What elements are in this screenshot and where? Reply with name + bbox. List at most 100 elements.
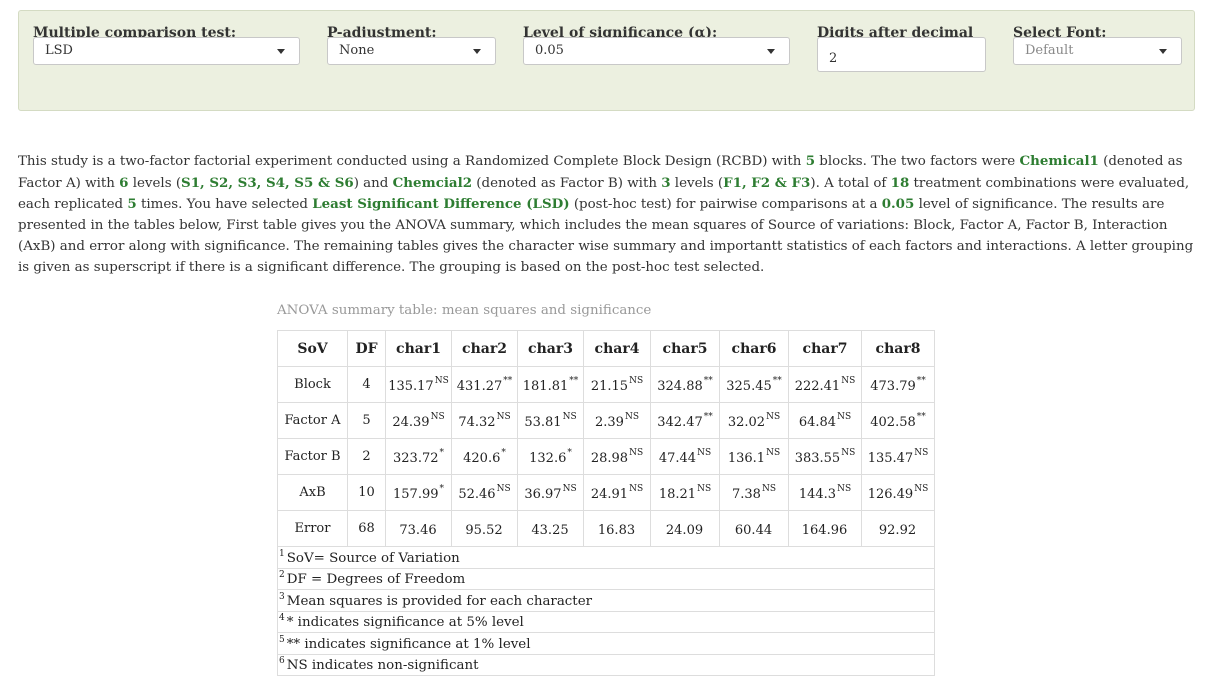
padj-value: None: [339, 43, 375, 58]
mean-square-value: 126.49: [867, 486, 914, 502]
mean-square-value: 21.15: [590, 378, 629, 394]
mean-square-cell: 47.44NS: [650, 438, 720, 475]
significance-mark: NS: [624, 411, 639, 422]
mean-square-cell: 2.39NS: [583, 402, 651, 439]
alpha-value-text: 0.05: [881, 196, 915, 213]
desc-text: levels (: [128, 175, 182, 191]
significance-mark: NS: [766, 447, 781, 458]
mean-square-cell: 32.02NS: [719, 402, 789, 439]
combination-count: 18: [890, 174, 910, 191]
table-row: Error 68 73.46 95.52 43.25 16.83 24.09 60.44 164…: [277, 510, 935, 547]
mean-square-cell: 24.39NS: [385, 402, 452, 439]
padj-select[interactable]: None: [327, 37, 496, 65]
desc-text: levels (: [670, 175, 724, 191]
mean-square-value: 36.97: [524, 486, 562, 502]
mean-square-cell: 95.52: [451, 510, 518, 547]
footnote-row: 3 Mean squares is provided for each chara…: [277, 589, 935, 612]
mean-square-value: 95.52: [465, 522, 503, 538]
significance-mark: *: [439, 447, 445, 458]
mean-square-value: 136.1: [727, 450, 766, 466]
mean-square-cell: 64.84NS: [788, 402, 862, 439]
footnote-row: 5 ** indicates significance at 1% level: [277, 632, 935, 655]
mean-square-cell: 181.81**: [517, 366, 584, 403]
mean-square-cell: 73.46: [385, 510, 452, 547]
mean-square-cell: 126.49NS: [861, 474, 935, 511]
mean-square-value: 60.44: [734, 522, 773, 538]
footnote-text: DF = Degrees of Freedom: [286, 572, 466, 588]
footnote-number: 1: [279, 548, 285, 559]
mean-square-value: 43.25: [531, 522, 569, 538]
df-cell: 2: [347, 438, 386, 475]
mean-square-value: 135.47: [867, 450, 914, 466]
digits-value: 2: [829, 51, 838, 66]
desc-text: (post-hoc test) for pairwise comparisons…: [569, 197, 882, 213]
significance-mark: NS: [841, 447, 856, 458]
df-cell: 4: [347, 366, 386, 403]
significance-mark: NS: [697, 483, 712, 494]
column-header: char3: [517, 330, 584, 367]
factor-b-level-names: F1, F2 & F3: [723, 174, 811, 191]
settings-panel: Multiple comparison test: LSD P-adjustme…: [18, 10, 1195, 111]
significance-mark: NS: [761, 483, 776, 494]
desc-text: times. You have selected: [136, 197, 313, 213]
desc-text: ). A total of: [810, 175, 891, 191]
mean-square-value: 64.84: [798, 414, 837, 430]
mean-square-cell: 431.27**: [451, 366, 518, 403]
significance-mark: NS: [766, 411, 781, 422]
mean-square-cell: 164.96: [788, 510, 862, 547]
significance-mark: NS: [562, 411, 577, 422]
significance-mark: NS: [496, 411, 511, 422]
significance-mark: NS: [434, 375, 449, 386]
mean-square-value: 24.91: [590, 486, 629, 502]
mean-square-value: 53.81: [524, 414, 562, 430]
desc-text: This study is a two-factor factorial exp…: [18, 154, 806, 169]
significance-mark: NS: [496, 483, 511, 494]
significance-mark: NS: [914, 447, 929, 458]
mean-square-cell: 53.81NS: [517, 402, 584, 439]
mean-square-cell: 420.6*: [451, 438, 518, 475]
test-name: Least Significant Difference (LSD): [312, 196, 570, 213]
mean-square-value: 342.47: [657, 414, 703, 430]
digits-input[interactable]: 2: [817, 37, 986, 72]
mean-square-value: 325.45: [726, 378, 772, 394]
footnote: 2 DF = Degrees of Freedom: [277, 567, 935, 590]
alpha-select[interactable]: 0.05: [523, 37, 790, 65]
mean-square-value: 323.72: [393, 450, 439, 466]
significance-mark: **: [916, 411, 926, 422]
mean-square-value: 473.79: [870, 378, 916, 394]
footnote-text: Mean squares is provided for each charac…: [286, 593, 593, 609]
df-cell: 10: [347, 474, 386, 511]
mean-square-value: 132.6: [529, 450, 567, 466]
footnote-number: 6: [279, 656, 285, 667]
column-header: char7: [788, 330, 862, 367]
significance-mark: NS: [629, 375, 644, 386]
study-description: This study is a two-factor factorial exp…: [18, 151, 1200, 278]
footnote-row: 4 * indicates significance at 5% level: [277, 610, 935, 633]
chevron-down-icon: [767, 49, 775, 54]
significance-mark: **: [703, 375, 713, 386]
desc-text: blocks. The two factors were: [815, 154, 1020, 169]
footnote: 6 NS indicates non-significant: [277, 653, 935, 676]
chevron-down-icon: [277, 49, 285, 54]
mean-square-value: 47.44: [658, 450, 697, 466]
test-select[interactable]: LSD: [33, 37, 300, 65]
factor-b-name: Chemcial2: [392, 174, 473, 191]
footnote: 5 ** indicates significance at 1% level: [277, 632, 935, 655]
significance-mark: **: [503, 375, 513, 386]
mean-square-value: 402.58: [870, 414, 916, 430]
footnote: 1 SoV= Source of Variation: [277, 546, 935, 569]
significance-mark: **: [916, 375, 926, 386]
significance-mark: **: [703, 411, 713, 422]
significance-mark: *: [501, 447, 506, 458]
chevron-down-icon: [473, 49, 481, 54]
column-header: char4: [583, 330, 651, 367]
significance-mark: NS: [629, 447, 644, 458]
mean-square-cell: 144.3NS: [788, 474, 862, 511]
significance-mark: **: [772, 375, 782, 386]
mean-square-cell: 16.83: [583, 510, 651, 547]
replication-count: 5: [127, 196, 137, 213]
mean-square-cell: 132.6*: [517, 438, 584, 475]
font-select[interactable]: Default: [1013, 37, 1182, 65]
table-caption: ANOVA summary table: mean squares and si…: [277, 303, 652, 318]
sov-cell: Factor A: [277, 402, 348, 439]
